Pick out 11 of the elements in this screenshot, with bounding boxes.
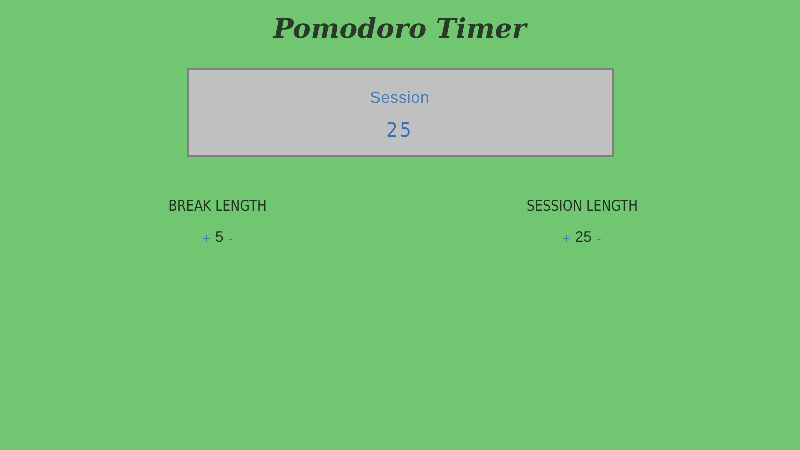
decrement-button[interactable]: - <box>228 232 234 245</box>
increment-button[interactable]: + <box>562 232 570 245</box>
timer-label: Session <box>370 88 430 108</box>
setting-label: SESSION LENGTH <box>526 196 638 216</box>
page-title: Pomodoro Timer <box>273 13 526 47</box>
increment-button[interactable]: + <box>202 232 210 245</box>
setting-value: 25 <box>575 228 592 248</box>
decrement-button[interactable]: - <box>596 232 602 245</box>
setting-value: 5 <box>215 228 224 248</box>
setting-label: BREAK LENGTH <box>168 196 268 216</box>
timer-time: 25 <box>386 116 414 144</box>
